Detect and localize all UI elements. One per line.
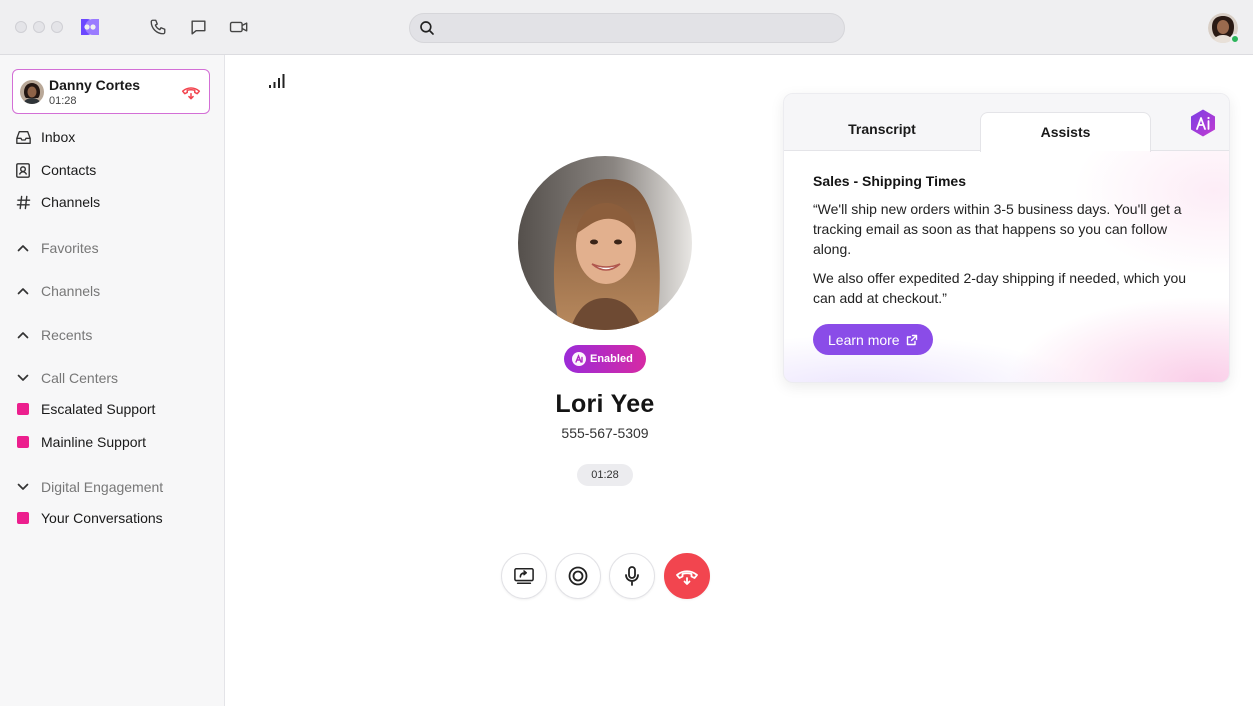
sidebar-item-label: Escalated Support [41, 401, 156, 417]
section-label: Favorites [41, 240, 99, 256]
screen-share-button[interactable] [501, 553, 547, 599]
caller-name: Lori Yee [555, 390, 655, 418]
section-label: Recents [41, 327, 93, 343]
sidebar-item-contacts[interactable]: Contacts [0, 156, 224, 184]
section-favorites[interactable]: Favorites [0, 234, 224, 262]
mute-button[interactable] [609, 553, 655, 599]
call-center-color-icon [14, 433, 32, 451]
search-input[interactable] [442, 18, 832, 38]
section-recents[interactable]: Recents [0, 321, 224, 349]
section-channels[interactable]: Channels [0, 277, 224, 305]
message-icon[interactable] [187, 16, 209, 38]
assist-tabs: Transcript Assists [784, 94, 1229, 152]
active-call-duration: 01:28 [49, 95, 77, 107]
sidebar-item-escalated-support[interactable]: Escalated Support [0, 395, 224, 423]
call-center-color-icon [14, 400, 32, 418]
end-call-button[interactable] [664, 553, 710, 599]
hang-up-icon[interactable] [181, 83, 201, 101]
chevron-up-icon [14, 282, 32, 300]
user-avatar[interactable] [1208, 13, 1240, 44]
screen-share-icon [514, 567, 534, 585]
caller-photo [518, 156, 692, 330]
sidebar-item-label: Your Conversations [41, 510, 163, 526]
sidebar-item-label: Inbox [41, 129, 76, 145]
assist-heading: Sales - Shipping Times [813, 173, 967, 189]
learn-more-label: Learn more [828, 331, 900, 348]
phone-icon[interactable] [147, 16, 169, 38]
chevron-down-icon [14, 478, 32, 496]
sidebar-item-channels[interactable]: Channels [0, 188, 224, 216]
window-maximize-button[interactable] [51, 21, 63, 33]
sidebar-item-label: Mainline Support [41, 434, 147, 450]
record-button[interactable] [555, 553, 601, 599]
section-label: Digital Engagement [41, 479, 164, 495]
caller-phone-number: 555-567-5309 [561, 425, 649, 441]
assist-paragraph: We also offer expedited 2-day shipping i… [813, 270, 1187, 306]
tab-transcript[interactable]: Transcript [784, 112, 980, 151]
online-status-indicator [1230, 34, 1240, 44]
assist-paragraph: “We'll ship new orders within 3-5 busine… [813, 201, 1182, 257]
section-digital-engagement[interactable]: Digital Engagement [0, 473, 224, 501]
inbox-icon [14, 128, 32, 146]
microphone-icon [625, 566, 639, 586]
app-logo-icon[interactable] [78, 16, 102, 38]
active-call-name: Danny Cortes [49, 77, 141, 93]
learn-more-button[interactable]: Learn more [813, 324, 933, 355]
sidebar: Danny Cortes 01:28 Inbox Contacts Channe… [0, 55, 225, 706]
title-bar [0, 0, 1253, 55]
video-icon[interactable] [228, 16, 250, 38]
record-icon [568, 566, 588, 586]
window-close-button[interactable] [15, 21, 27, 33]
window-minimize-button[interactable] [33, 21, 45, 33]
assist-content: Sales - Shipping Times “We'll ship new o… [784, 151, 1229, 382]
ai-enabled-label: Enabled [590, 353, 633, 365]
ai-assistant-logo-icon[interactable] [1188, 108, 1218, 138]
section-label: Channels [41, 283, 101, 299]
chevron-up-icon [14, 326, 32, 344]
conversation-color-icon [14, 509, 32, 527]
search-icon [420, 21, 434, 35]
section-label: Call Centers [41, 370, 119, 386]
sidebar-item-your-conversations[interactable]: Your Conversations [0, 504, 224, 532]
section-call-centers[interactable]: Call Centers [0, 364, 224, 392]
active-call-card[interactable]: Danny Cortes 01:28 [12, 69, 210, 114]
tab-assists[interactable]: Assists [980, 112, 1151, 152]
sidebar-item-mainline-support[interactable]: Mainline Support [0, 428, 224, 456]
external-link-icon [906, 334, 917, 345]
call-timer: 01:28 [577, 464, 633, 486]
sidebar-item-label: Contacts [41, 162, 97, 178]
active-call-avatar [20, 80, 44, 104]
hash-icon [14, 193, 32, 211]
contacts-icon [14, 161, 32, 179]
chevron-up-icon [14, 239, 32, 257]
ai-enabled-badge: Enabled [564, 345, 646, 373]
search-bar[interactable] [409, 13, 845, 43]
signal-strength-icon [269, 74, 285, 88]
chevron-down-icon [14, 369, 32, 387]
ai-icon [572, 352, 586, 366]
assist-panel: Transcript Assists Sales - Shipping Time… [783, 93, 1230, 383]
sidebar-item-inbox[interactable]: Inbox [0, 123, 224, 151]
hang-up-icon [676, 570, 698, 585]
sidebar-item-label: Channels [41, 194, 101, 210]
